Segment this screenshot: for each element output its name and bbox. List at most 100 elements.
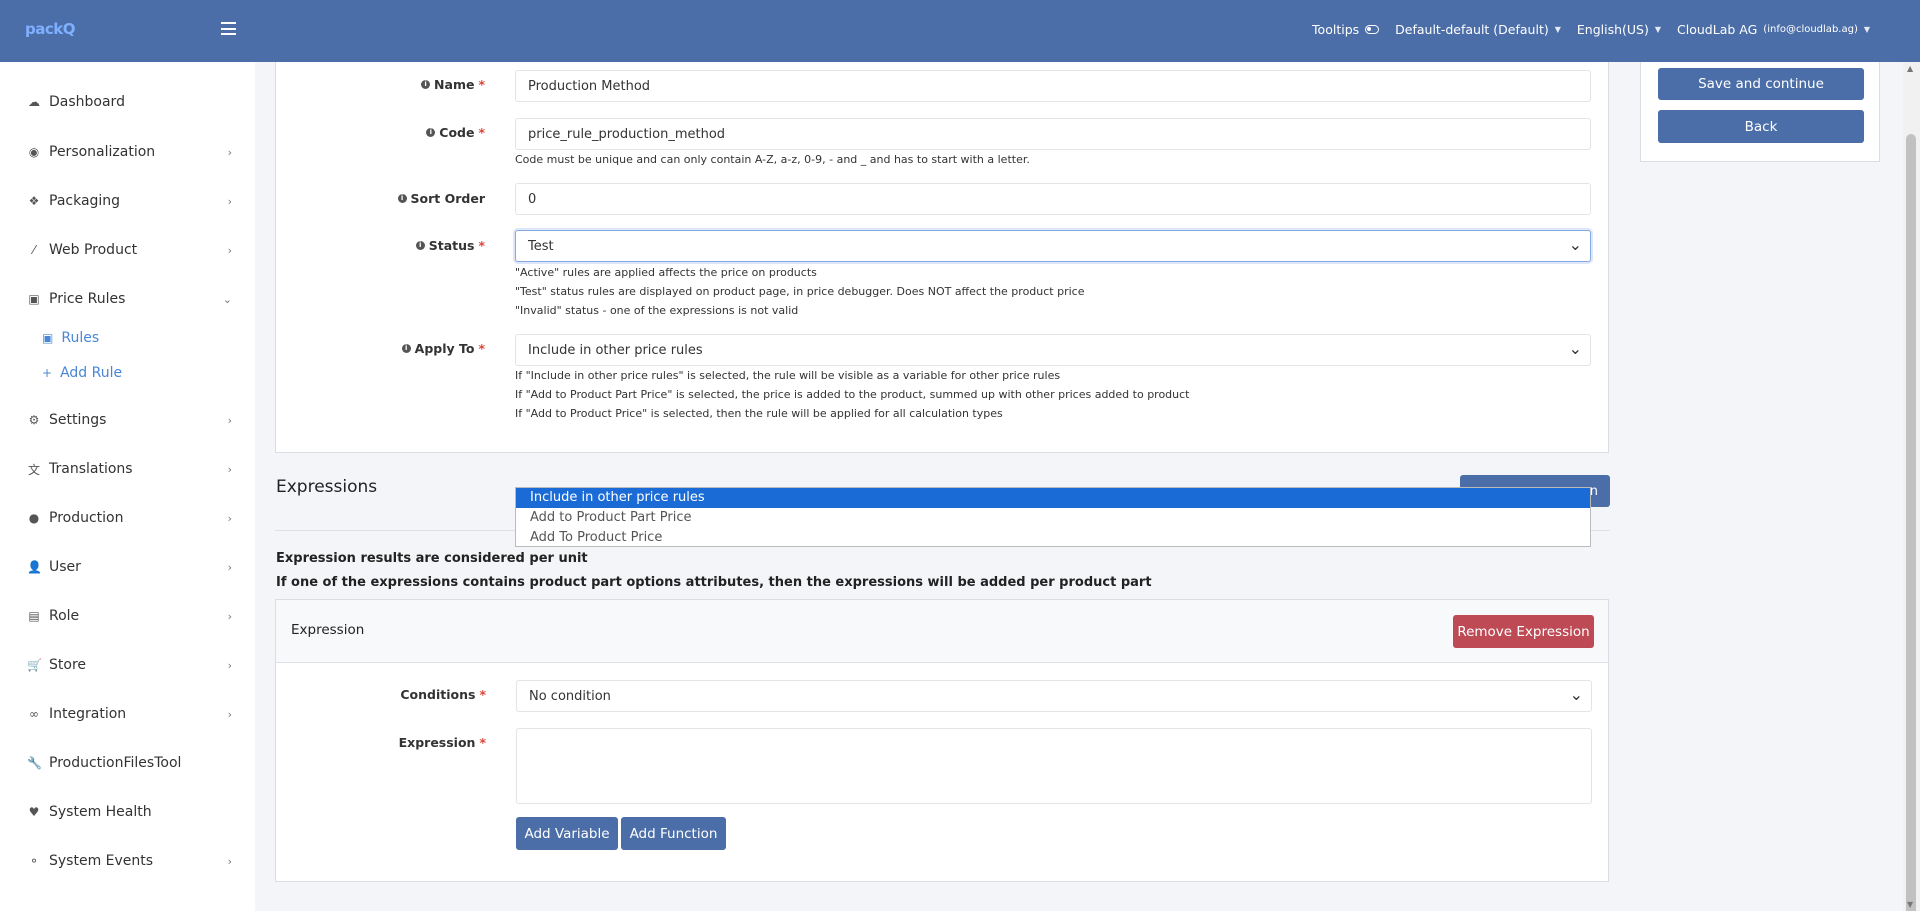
conditions-label: Conditions * [400,687,486,702]
language-label: English(US) [1576,22,1649,37]
add-variable-button[interactable]: Add Variable [516,817,618,850]
chevron-right-icon: › [227,609,232,623]
expression-textarea[interactable] [516,728,1592,804]
cloud-icon: ☁ [28,95,40,109]
sidebar-subitem-add-rule[interactable]: + Add Rule [42,365,122,381]
user-icon: 👤 [27,560,42,574]
apply-to-select[interactable]: Include in other price rules [515,334,1591,366]
language-selector[interactable]: English(US) ▼ [1577,22,1661,37]
sidebar-item-label: User [49,559,81,575]
sidebar-item-label: Role [49,608,80,624]
sidebar-item-label: Price Rules [49,291,126,307]
chevron-right-icon: › [227,413,232,427]
apply-to-label: i Apply To * [390,341,485,356]
sidebar-item-store[interactable]: 🛒 Store › [27,655,232,675]
name-field[interactable]: Production Method [515,70,1591,102]
account-menu[interactable]: CloudLab AG (info@cloudlab.ag) ▼ [1677,22,1870,37]
sidebar-item-user[interactable]: 👤 User › [27,557,232,577]
chevron-right-icon: › [227,658,232,672]
chevron-right-icon: › [227,462,232,476]
status-select[interactable]: Test [515,230,1591,262]
info-icon[interactable]: i [421,80,431,89]
sidebar-item-price-rules[interactable]: ▣ Price Rules ⌄ [27,289,232,309]
chevron-right-icon: › [227,243,232,257]
sidebar-item-production[interactable]: ● Production › [27,508,232,528]
info-icon[interactable]: i [397,194,407,203]
name-label: i Name * [400,77,485,92]
sidebar-item-integration[interactable]: ∞ Integration › [27,704,232,724]
money-icon: ▣ [42,331,54,345]
menu-toggle-icon[interactable] [221,22,236,35]
add-function-button[interactable]: Add Function [621,817,726,850]
sidebar-item-label: System Events [49,853,154,869]
info-icon[interactable]: i [415,241,425,250]
page-scrollbar[interactable]: ▲ ▼ [1903,62,1920,911]
expression-label: Expression * [398,735,486,750]
status-help-text: "Active" rules are applied affects the p… [515,266,1085,317]
sidebar-item-web-product[interactable]: ⁄ Web Product › [27,240,232,260]
heartbeat-icon: ♥ [28,805,40,819]
chevron-right-icon: › [227,560,232,574]
sidebar-item-dashboard[interactable]: ☁ Dashboard [27,92,232,112]
expression-card-title: Expression [291,622,365,638]
scroll-up-icon[interactable]: ▲ [1907,64,1913,73]
account-name: CloudLab AG [1677,22,1758,37]
sidebar-subitem-label: Add Rule [60,365,123,381]
expression-card: Expression Remove Expression Conditions … [275,599,1609,882]
sidebar-item-system-health[interactable]: ♥ System Health [27,802,232,822]
sidebar-item-label: Personalization [49,144,156,160]
chevron-right-icon: › [227,194,232,208]
conditions-select[interactable]: No condition [516,680,1592,712]
brand-logo[interactable]: packQ [25,20,75,38]
eye-icon: ◉ [28,145,40,159]
sidebar-item-label: Settings [49,412,107,428]
sidebar-item-role[interactable]: ▤ Role › [27,606,232,626]
sort-order-field[interactable]: 0 [515,183,1591,215]
code-field[interactable]: price_rule_production_method [515,118,1591,150]
info-icon[interactable]: i [426,128,436,137]
events-icon: ⚬ [28,854,40,868]
sidebar-subitem-rules[interactable]: ▣ Rules [42,330,99,346]
top-navbar: packQ Tooltips Default-default (Default)… [0,0,1920,62]
money-icon: ▣ [28,292,40,306]
plus-icon: + [42,366,53,380]
dropdown-option[interactable]: Include in other price rules [516,488,1590,508]
scroll-down-icon[interactable]: ▼ [1907,900,1913,909]
remove-expression-button[interactable]: Remove Expression [1453,615,1594,648]
sidebar-item-label: Packaging [49,193,121,209]
chevron-right-icon: › [227,145,232,159]
cart-icon: 🛒 [27,658,42,672]
top-nav-right: Tooltips Default-default (Default) ▼ Eng… [1312,22,1870,37]
expressions-title: Expressions [276,477,378,497]
sidebar-item-personalization[interactable]: ◉ Personalization › [27,142,232,162]
sidebar-item-packaging[interactable]: ❖ Packaging › [27,191,232,211]
sidebar-item-settings[interactable]: ⚙ Settings › [27,410,232,430]
back-button[interactable]: Back [1658,110,1864,143]
tooltips-label: Tooltips [1312,22,1360,37]
sidebar-item-label: Store [49,657,87,673]
store-selector-label: Default-default (Default) [1395,22,1549,37]
chevron-right-icon: › [227,707,232,721]
sidebar-item-system-events[interactable]: ⚬ System Events › [27,851,232,871]
info-icon[interactable]: i [401,344,411,353]
sidebar-item-label: System Health [49,804,152,820]
sidebar-item-translations[interactable]: 文 Translations › [27,459,232,479]
dropbox-icon: ❖ [28,194,40,208]
wrench-icon: 🔧 [27,756,42,770]
id-card-icon: ▤ [28,609,40,623]
sidebar-item-production-files-tool[interactable]: 🔧 ProductionFilesTool [27,753,232,773]
toggle-icon[interactable] [1365,25,1380,34]
save-and-continue-button[interactable]: Save and continue [1658,68,1864,100]
account-email: (info@cloudlab.ag) [1763,24,1858,35]
store-selector[interactable]: Default-default (Default) ▼ [1395,22,1561,37]
wand-icon: ⁄ [32,243,35,257]
sidebar-item-label: Dashboard [49,94,125,110]
dropdown-option[interactable]: Add To Product Price [516,528,1590,548]
dropdown-option[interactable]: Add to Product Part Price [516,508,1590,528]
expression-card-header: Expression Remove Expression [276,600,1608,663]
sidebar: ☁ Dashboard ◉ Personalization › ❖ Packag… [0,62,255,911]
scrollbar-thumb[interactable] [1906,134,1916,911]
tooltips-toggle[interactable]: Tooltips [1312,22,1380,37]
sidebar-item-label: Translations [49,461,133,477]
caret-down-icon: ▼ [1863,25,1870,34]
